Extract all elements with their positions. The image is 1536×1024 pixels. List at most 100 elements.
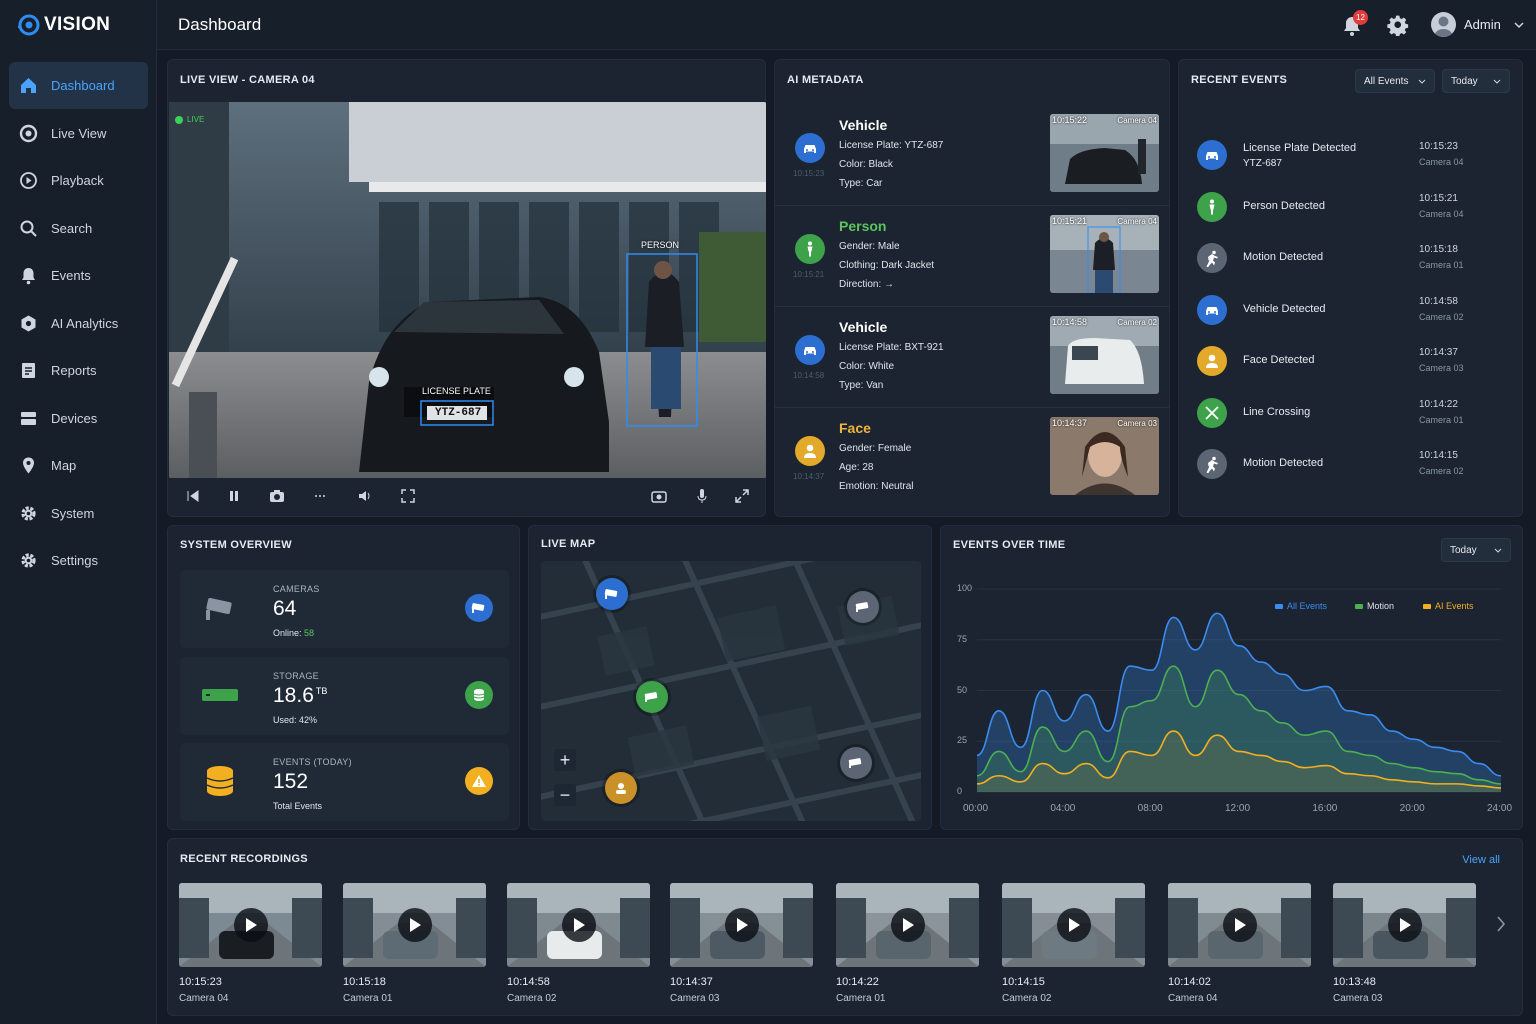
- sidebar-item-devices[interactable]: Devices: [9, 395, 148, 442]
- sidebar-item-reports[interactable]: Reports: [9, 347, 148, 394]
- metadata-thumbnail[interactable]: 10:15:22 Camera 04: [1050, 114, 1159, 192]
- event-camera: Camera 04: [1419, 157, 1464, 167]
- x-tick-label: 08:00: [1137, 803, 1163, 814]
- play-button[interactable]: [1222, 908, 1257, 942]
- play-button[interactable]: [890, 908, 925, 942]
- map-camera-pin[interactable]: [596, 578, 628, 610]
- recording-card[interactable]: 10:14:02 Camera 04: [1168, 883, 1311, 1004]
- legend-item[interactable]: All Events: [1275, 601, 1327, 611]
- recording-thumbnail[interactable]: [1168, 883, 1311, 967]
- play-button[interactable]: [397, 908, 432, 942]
- event-item[interactable]: Vehicle Detected 10:14:58 Camera 02: [1197, 290, 1517, 330]
- database-icon: [465, 681, 493, 709]
- play-button[interactable]: [561, 908, 596, 942]
- snapshot-camera-icon[interactable]: [269, 488, 285, 504]
- events-filter-dropdown[interactable]: All Events: [1355, 69, 1435, 93]
- recording-thumbnail[interactable]: [507, 883, 650, 967]
- volume-icon[interactable]: [357, 488, 373, 504]
- sidebar-item-system[interactable]: System: [9, 490, 148, 537]
- metadata-item[interactable]: 10:15:21 Person Gender: Male Clothing: Dark…: [775, 206, 1169, 307]
- user-name[interactable]: Admin: [1464, 17, 1501, 32]
- expand-icon[interactable]: [734, 488, 750, 504]
- recording-card[interactable]: 10:14:22 Camera 01: [836, 883, 979, 1004]
- sidebar-item-playback[interactable]: Playback: [9, 157, 148, 204]
- plate-value: YTZ-687: [435, 407, 482, 419]
- map-camera-pin[interactable]: [840, 747, 872, 779]
- face-icon: [1197, 346, 1227, 376]
- events-stat[interactable]: EVENTS (TODAY) 152 Total Events: [180, 743, 509, 821]
- chevron-right-icon[interactable]: [1494, 914, 1508, 934]
- event-item[interactable]: Motion Detected 10:14:15 Camera 02: [1197, 444, 1517, 484]
- event-item[interactable]: Face Detected 10:14:37 Camera 03: [1197, 341, 1517, 381]
- metadata-item[interactable]: 10:14:37 Face Gender: Female Age: 28 Emotion…: [775, 408, 1169, 509]
- metadata-item[interactable]: 10:14:58 Vehicle License Plate: BXT-921 Col…: [775, 307, 1169, 408]
- events-range-dropdown[interactable]: Today: [1442, 69, 1510, 93]
- sidebar-item-events[interactable]: Events: [9, 252, 148, 299]
- play-button[interactable]: [1387, 908, 1422, 942]
- cameras-online-label: Online:: [273, 628, 305, 638]
- recording-card[interactable]: 10:13:48 Camera 03: [1333, 883, 1476, 1004]
- user-avatar[interactable]: [1431, 12, 1456, 37]
- user-silhouette-icon: [1434, 16, 1453, 37]
- map-face-pin[interactable]: [605, 772, 637, 804]
- recording-thumbnail[interactable]: [836, 883, 979, 967]
- map-camera-pin[interactable]: [636, 681, 668, 713]
- sidebar-item-ai-analytics[interactable]: AI Analytics: [9, 300, 148, 347]
- map-camera-pin[interactable]: [847, 591, 879, 623]
- recording-thumbnail[interactable]: [1002, 883, 1145, 967]
- metadata-thumbnail[interactable]: 10:14:58 Camera 02: [1050, 316, 1159, 394]
- sidebar-item-map[interactable]: Map: [9, 442, 148, 489]
- zoom-out-button[interactable]: −: [554, 784, 576, 806]
- recording-card[interactable]: 10:14:58 Camera 02: [507, 883, 650, 1004]
- storage-stat[interactable]: STORAGE 18.6 TB Used: 42%: [180, 657, 509, 735]
- home-icon: [19, 76, 38, 95]
- metadata-thumbnail[interactable]: 10:15:21 Camera 04: [1050, 215, 1159, 293]
- microphone-icon[interactable]: [694, 488, 710, 504]
- play-button[interactable]: [724, 908, 759, 942]
- recording-card[interactable]: 10:15:18 Camera 01: [343, 883, 486, 1004]
- chevron-down-icon[interactable]: [1513, 19, 1525, 31]
- prev-frame-icon[interactable]: [185, 488, 201, 504]
- sidebar-item-dashboard[interactable]: Dashboard: [9, 62, 148, 109]
- chart-range-dropdown[interactable]: Today: [1441, 538, 1511, 562]
- play-button[interactable]: [1056, 908, 1091, 942]
- recording-thumbnail[interactable]: [670, 883, 813, 967]
- series-area-motion: [977, 666, 1501, 792]
- sidebar-item-label: Devices: [51, 410, 98, 426]
- recording-thumbnail[interactable]: [343, 883, 486, 967]
- storage-used: Used: 42%: [273, 715, 318, 725]
- recording-camera: Camera 02: [1002, 993, 1052, 1004]
- recording-card[interactable]: 10:15:23 Camera 04: [179, 883, 322, 1004]
- cameras-stat[interactable]: CAMERAS 64 Online: 58: [180, 570, 509, 648]
- legend-item[interactable]: AI Events: [1423, 601, 1474, 611]
- metadata-thumbnail[interactable]: 10:14:37 Camera 03: [1050, 417, 1159, 495]
- event-item[interactable]: Person Detected 10:15:21 Camera 04: [1197, 187, 1517, 227]
- recording-card[interactable]: 10:14:37 Camera 03: [670, 883, 813, 1004]
- event-item[interactable]: Line Crossing 10:14:22 Camera 01: [1197, 393, 1517, 433]
- map-canvas[interactable]: + −: [541, 561, 921, 821]
- recent-recordings-title: RECENT RECORDINGS: [180, 853, 308, 865]
- screenshot-icon[interactable]: [651, 488, 667, 504]
- recent-recordings-panel: RECENT RECORDINGS View all 10:15:23 Camer…: [167, 838, 1523, 1016]
- record-icon[interactable]: [313, 488, 329, 504]
- metadata-item[interactable]: 10:15:23 Vehicle License Plate: YTZ-687 Col…: [775, 105, 1169, 206]
- sidebar-item-settings[interactable]: Settings: [9, 537, 148, 584]
- logo[interactable]: VISION: [18, 12, 110, 38]
- recording-thumbnail[interactable]: [1333, 883, 1476, 967]
- event-item[interactable]: License Plate Detected YTZ-687 10:15:23 Cam…: [1197, 135, 1517, 175]
- recording-thumbnail[interactable]: [179, 883, 322, 967]
- settings-gear-icon[interactable]: [1387, 14, 1409, 36]
- recording-card[interactable]: 10:14:15 Camera 02: [1002, 883, 1145, 1004]
- fullscreen-icon[interactable]: [400, 488, 416, 504]
- play-button[interactable]: [233, 908, 268, 942]
- view-all-link[interactable]: View all: [1462, 854, 1500, 866]
- live-video-feed[interactable]: LIVE PERSON LICENSE PLATE YTZ-687: [169, 102, 766, 478]
- sidebar-item-search[interactable]: Search: [9, 205, 148, 252]
- pause-icon[interactable]: [226, 488, 242, 504]
- legend-item[interactable]: Motion: [1355, 601, 1394, 611]
- event-item[interactable]: Motion Detected 10:15:18 Camera 01: [1197, 238, 1517, 278]
- zoom-in-button[interactable]: +: [554, 749, 576, 771]
- event-time: 10:15:18: [1419, 244, 1458, 255]
- ai-metadata-panel: AI METADATA 10:15:23 Vehicle License Plate…: [774, 59, 1170, 517]
- sidebar-item-live-view[interactable]: Live View: [9, 110, 148, 157]
